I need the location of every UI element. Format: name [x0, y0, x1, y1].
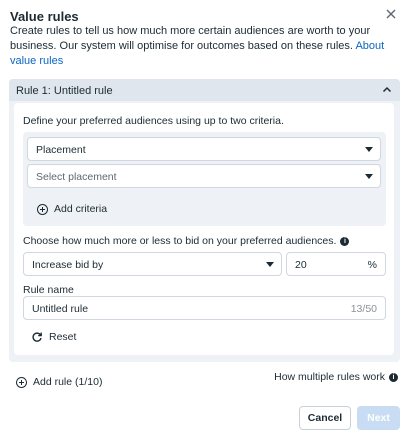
cancel-button[interactable]: Cancel [299, 406, 351, 430]
bid-action-select[interactable]: Increase bid by [23, 252, 282, 276]
caret-down-icon [365, 174, 373, 179]
bid-value-input[interactable]: 20 % [286, 252, 386, 276]
bid-value: 20 [295, 259, 307, 271]
how-multiple-rules-work[interactable]: How multiple rules work i [274, 371, 398, 383]
rule-name-char-count: 13/50 [350, 303, 377, 315]
placement-select-placeholder: Select placement [36, 171, 117, 183]
plus-circle-icon [37, 203, 48, 215]
rule-header[interactable]: Rule 1: Untitled rule [9, 79, 400, 101]
reset-label: Reset [49, 331, 77, 343]
define-audiences-text: Define your preferred audiences using up… [23, 115, 284, 127]
add-rule-button[interactable]: Add rule (1/10) [16, 376, 102, 388]
how-rules-label: How multiple rules work [274, 371, 385, 383]
description-text: Create rules to tell us how much more ce… [10, 25, 371, 52]
next-button[interactable]: Next [357, 406, 400, 430]
refresh-icon [32, 332, 42, 342]
add-criteria-button[interactable]: Add criteria [37, 203, 107, 215]
bid-unit: % [367, 259, 377, 271]
info-icon[interactable]: i [389, 372, 398, 382]
criteria-select[interactable]: Placement [27, 137, 381, 161]
reset-button[interactable]: Reset [31, 331, 76, 343]
caret-down-icon [365, 147, 373, 152]
caret-down-icon [266, 262, 274, 267]
bid-instruction-text: Choose how much more or less to bid on y… [23, 235, 337, 247]
chevron-up-icon[interactable] [381, 84, 393, 96]
add-rule-label: Add rule (1/10) [33, 376, 103, 388]
rule-name-input[interactable]: Untitled rule 13/50 [23, 296, 386, 320]
rule-title: Rule 1: Untitled rule [16, 85, 113, 97]
rule-name-value: Untitled rule [32, 303, 89, 315]
dialog-description: Create rules to tell us how much more ce… [10, 24, 388, 69]
add-criteria-label: Add criteria [54, 203, 108, 215]
close-icon[interactable] [384, 7, 398, 21]
bid-action-value: Increase bid by [32, 259, 104, 271]
rule-name-label: Rule name [23, 284, 74, 296]
placement-select[interactable]: Select placement [27, 164, 381, 188]
criteria-select-value: Placement [36, 144, 86, 156]
dialog-title: Value rules [10, 9, 79, 24]
plus-circle-icon [16, 376, 27, 388]
bid-instruction: Choose how much more or less to bid on y… [23, 235, 350, 247]
info-icon[interactable]: i [340, 236, 350, 246]
